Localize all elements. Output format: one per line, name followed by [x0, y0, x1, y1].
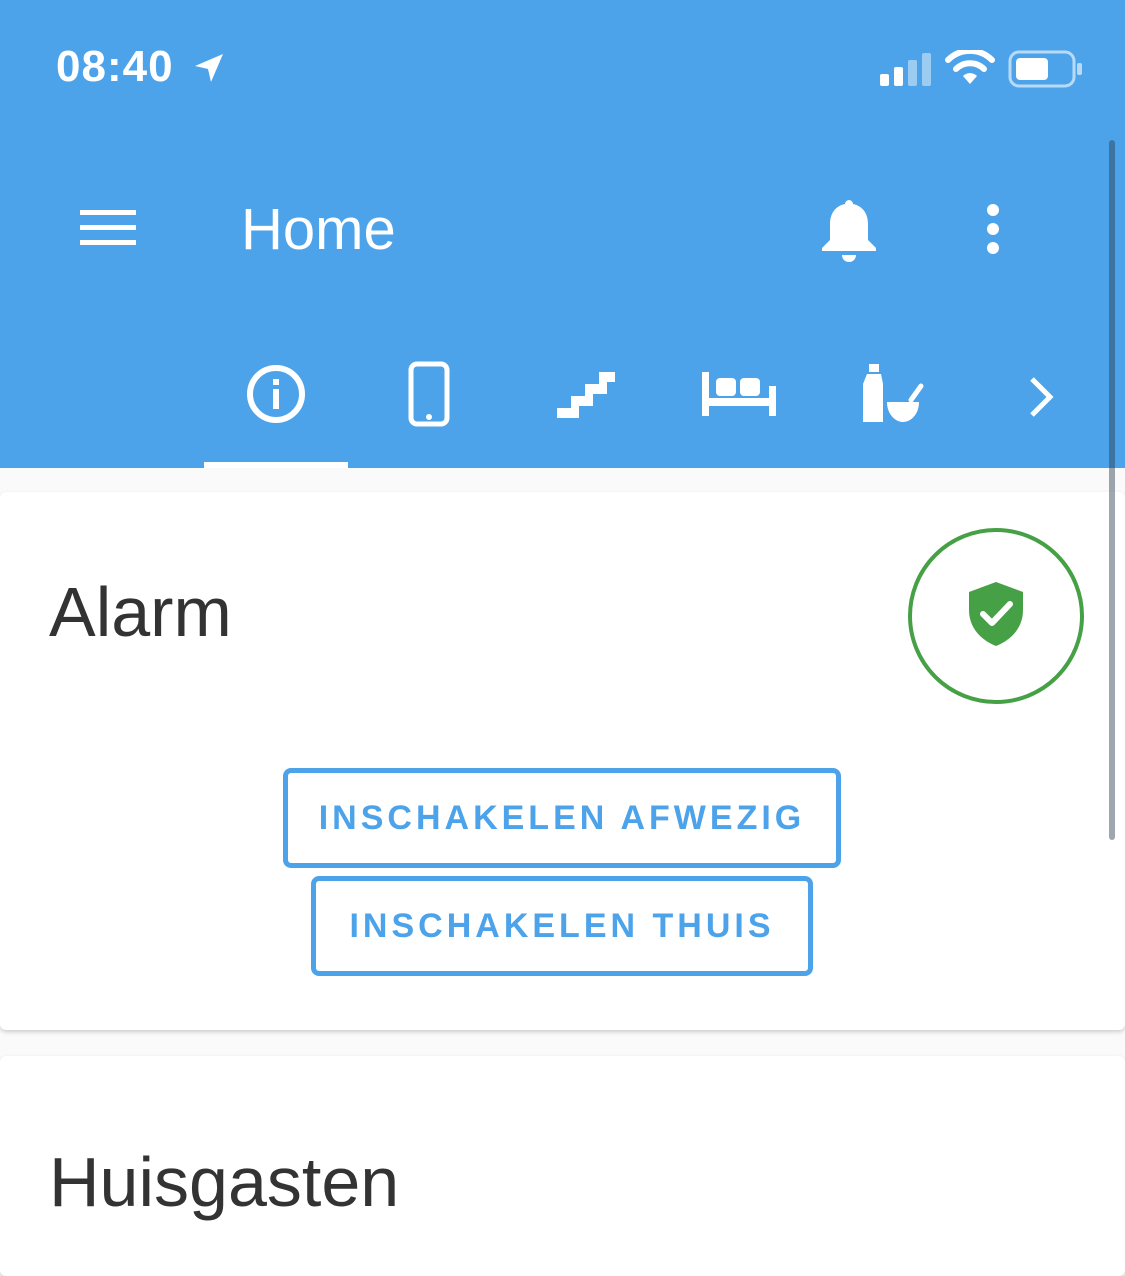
menu-icon[interactable]	[80, 208, 136, 253]
arm-home-button[interactable]: INSCHAKELEN THUIS	[311, 876, 813, 976]
wifi-icon	[945, 47, 995, 91]
bell-icon[interactable]	[820, 196, 878, 269]
tab-phone[interactable]	[370, 360, 488, 432]
tab-kitchen[interactable]	[834, 360, 952, 432]
guests-card-title: Huisgasten	[49, 1143, 400, 1221]
tab-bedroom[interactable]	[680, 360, 798, 432]
guests-card: Huisgasten	[0, 1056, 1125, 1276]
stairs-icon	[557, 370, 617, 423]
scrollbar[interactable]	[1109, 140, 1115, 840]
info-icon	[245, 363, 307, 430]
bed-icon	[702, 371, 776, 421]
location-arrow-icon	[193, 52, 225, 89]
chevron-right-icon[interactable]	[1026, 375, 1056, 424]
tab-stairs[interactable]	[528, 360, 646, 432]
status-time: 08:40	[56, 42, 174, 91]
phone-icon	[408, 361, 450, 432]
more-vertical-icon[interactable]	[985, 204, 1001, 259]
alarm-card-title: Alarm	[49, 573, 232, 651]
tab-selected-indicator	[204, 462, 348, 468]
cellular-signal-icon	[880, 52, 936, 91]
page-title: Home	[241, 197, 396, 262]
kitchen-bottle-bowl-icon	[861, 363, 925, 429]
app-header: 08:40 Home	[0, 0, 1125, 468]
shield-check-icon	[967, 580, 1025, 653]
arm-away-button[interactable]: INSCHAKELEN AFWEZIG	[283, 768, 841, 868]
alarm-state-badge[interactable]	[908, 528, 1084, 704]
tab-info[interactable]	[204, 360, 348, 432]
battery-icon	[1008, 50, 1084, 93]
alarm-card: Alarm INSCHAKELEN AFWEZIG INSCHAKELEN TH…	[0, 492, 1125, 1030]
